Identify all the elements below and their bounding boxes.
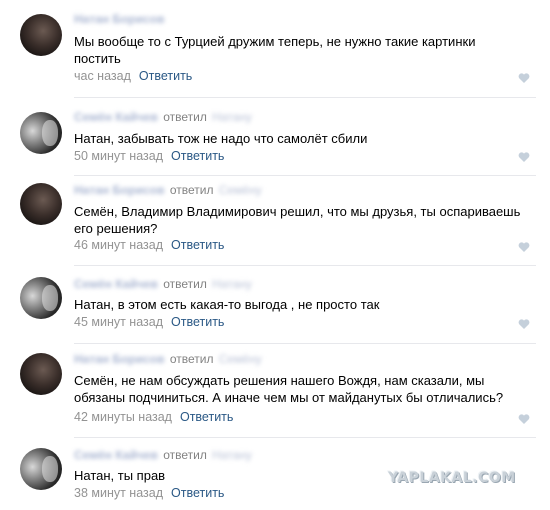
author-name[interactable]: Натан Борисов — [74, 12, 165, 26]
user-avatar[interactable] — [20, 353, 62, 395]
user-avatar[interactable] — [20, 112, 62, 154]
divider — [74, 343, 536, 344]
user-avatar[interactable] — [20, 277, 62, 319]
user-avatar[interactable] — [20, 183, 62, 225]
reply-target[interactable]: Натану — [212, 277, 252, 291]
reply-button[interactable]: Ответить — [171, 238, 224, 252]
comment-meta: 38 минут назад Ответить — [74, 486, 224, 500]
comment-time[interactable]: 50 минут назад — [74, 149, 163, 163]
reply-target[interactable]: Натану — [212, 448, 252, 462]
user-avatar[interactable] — [20, 14, 62, 56]
divider — [74, 265, 536, 266]
comment-text: Семён, Владимир Владимирович решил, что … — [74, 204, 521, 236]
comment-text: Натан, забывать тож не надо что самолёт … — [74, 131, 368, 146]
reply-button[interactable]: Ответить — [139, 69, 192, 83]
reply-button[interactable]: Ответить — [171, 149, 224, 163]
reply-button[interactable]: Ответить — [171, 315, 224, 329]
comment-time[interactable]: 38 минут назад — [74, 486, 163, 500]
replied-label: ответил — [163, 110, 207, 124]
author-name[interactable]: Натан Борисов — [74, 183, 165, 197]
comment-text: Натан, в этом есть какая-то выгода , не … — [74, 297, 380, 312]
like-heart-icon[interactable] — [518, 413, 530, 425]
comment-header: Семён Кайчев ответил Натану — [74, 110, 252, 124]
comment-meta: 45 минут назад Ответить — [74, 315, 224, 329]
author-name[interactable]: Семён Кайчев — [74, 110, 158, 124]
comment-header: Натан Борисов ответил Семёну — [74, 352, 262, 366]
comment-header: Натан Борисов — [74, 12, 165, 26]
reply-target[interactable]: Натану — [212, 110, 252, 124]
author-name[interactable]: Семён Кайчев — [74, 448, 158, 462]
comment-header: Семён Кайчев ответил Натану — [74, 277, 252, 291]
divider — [74, 97, 536, 98]
reply-target[interactable]: Семёну — [219, 183, 262, 197]
comment-header: Натан Борисов ответил Семёну — [74, 183, 262, 197]
divider — [74, 175, 536, 176]
comment-meta: 42 минуты назад Ответить — [74, 410, 233, 424]
author-name[interactable]: Натан Борисов — [74, 352, 165, 366]
replied-label: ответил — [169, 183, 214, 197]
like-heart-icon[interactable] — [518, 318, 530, 330]
replied-label: ответил — [163, 448, 207, 462]
divider — [74, 437, 536, 438]
comment-text: Семён, не нам обсуждать решения нашего В… — [74, 373, 504, 405]
site-watermark: YAPLAKAL.COM — [388, 470, 516, 486]
comment-meta: 46 минут назад Ответить — [74, 238, 224, 252]
like-heart-icon[interactable] — [518, 151, 530, 163]
comment-time[interactable]: 42 минуты назад — [74, 410, 172, 424]
user-avatar[interactable] — [20, 448, 62, 490]
reply-target[interactable]: Семёну — [219, 352, 262, 366]
comment-time[interactable]: час назад — [74, 69, 131, 83]
like-heart-icon[interactable] — [518, 72, 530, 84]
comment-time[interactable]: 46 минут назад — [74, 238, 163, 252]
reply-button[interactable]: Ответить — [180, 410, 233, 424]
replied-label: ответил — [169, 352, 214, 366]
reply-button[interactable]: Ответить — [171, 486, 224, 500]
comment-time[interactable]: 45 минут назад — [74, 315, 163, 329]
comment-text: Мы вообще то с Турцией дружим теперь, не… — [74, 34, 476, 66]
comment-meta: 50 минут назад Ответить — [74, 149, 224, 163]
comment-header: Семён Кайчев ответил Натану — [74, 448, 252, 462]
comment-feed: Натан Борисов Мы вообще то с Турцией дру… — [0, 0, 550, 510]
comment-meta: час назад Ответить — [74, 69, 192, 83]
author-name[interactable]: Семён Кайчев — [74, 277, 158, 291]
replied-label: ответил — [163, 277, 207, 291]
like-heart-icon[interactable] — [518, 241, 530, 253]
